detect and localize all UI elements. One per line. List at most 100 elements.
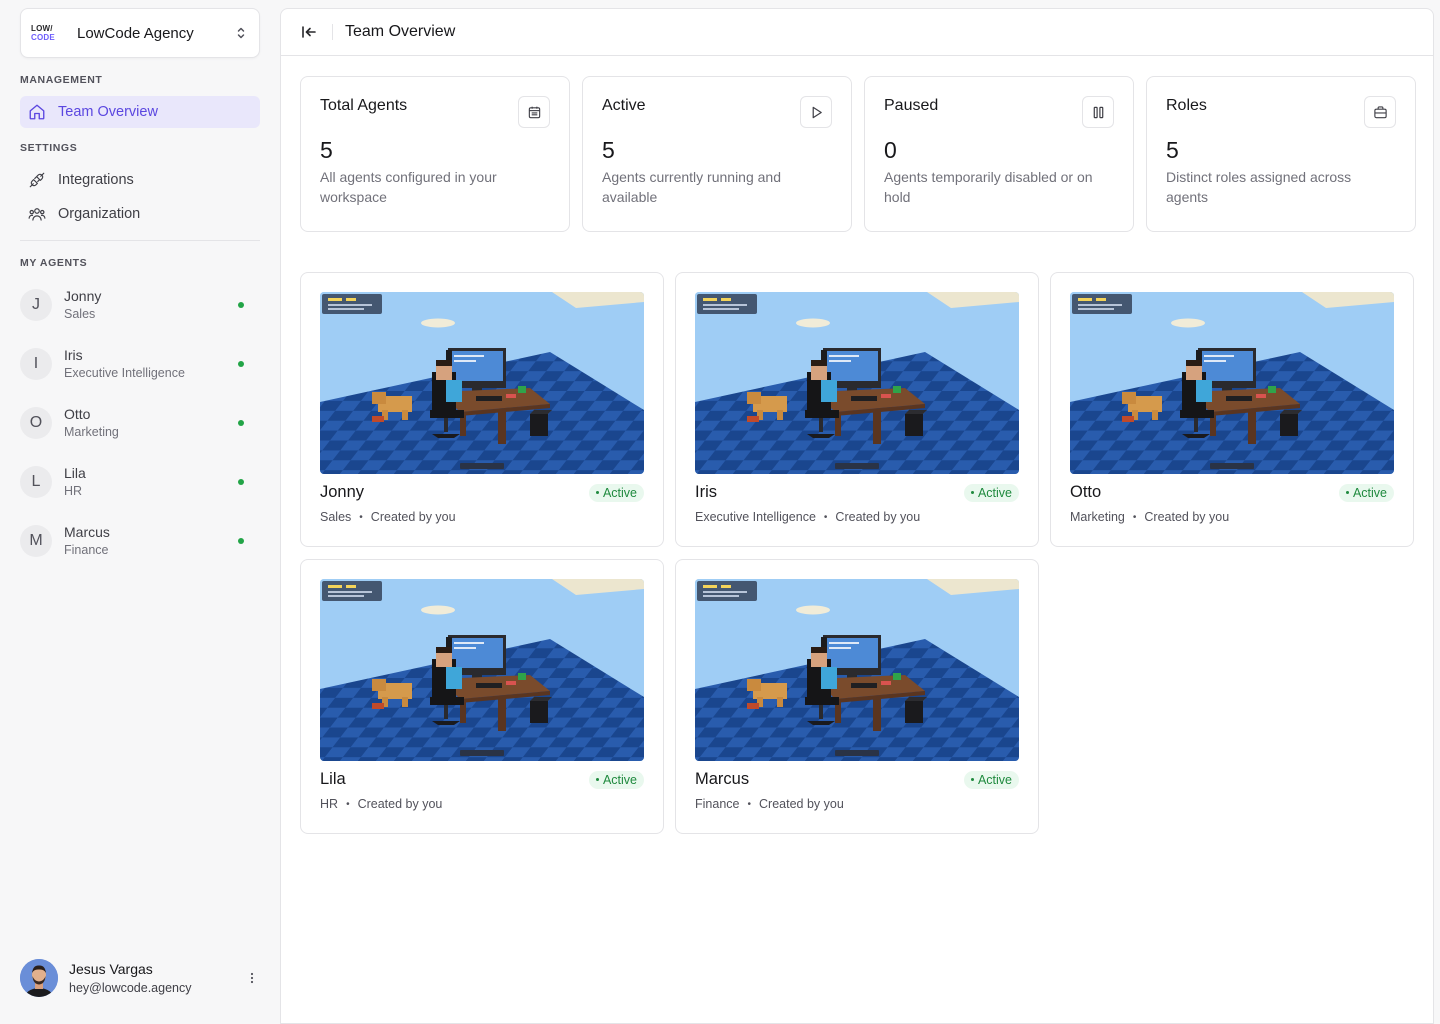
stat-card-active: Active 5 Agents currently running and av… [582,76,852,232]
user-avatar [20,959,58,997]
stat-card-paused: Paused 0 Agents temporarily disabled or … [864,76,1134,232]
stat-title: Roles [1166,97,1207,114]
status-badge: Active [963,770,1019,789]
status-dot [238,301,244,308]
agent-preview-image [320,292,644,474]
card-role: Marketing [1070,510,1125,524]
card-role: Executive Intelligence [695,510,816,524]
agent-name: Jonny [64,287,102,304]
nav-team-overview[interactable]: Team Overview [20,96,260,128]
sidebar-agent-lila[interactable]: L Lila HR [20,452,260,511]
sidebar-agent-jonny[interactable]: J Jonny Sales [20,275,260,334]
agent-name: Lila [64,464,86,481]
card-created: Created by you [370,510,456,524]
sidebar-agent-iris[interactable]: I Iris Executive Intelligence [20,334,260,393]
page-title: Team Overview [345,23,456,40]
status-dot [238,537,244,544]
agent-card-marcus[interactable]: Marcus Active Finance • Created by you [675,559,1039,834]
status-badge: Active [588,483,644,502]
card-role: Finance [695,797,740,811]
status-badge: Active [588,770,644,789]
user-email: hey@lowcode.agency [69,980,192,995]
card-agent-name: Iris [695,483,717,501]
topbar-divider [332,24,333,40]
stat-value: 0 [884,137,897,163]
status-dot [238,360,244,367]
card-meta: Sales • Created by you [320,510,456,524]
stat-card-total-agents: Total Agents 5 All agents configured in … [300,76,570,232]
agent-role: Finance [64,542,109,557]
agent-role: Sales [64,306,96,321]
card-created: Created by you [835,510,921,524]
stat-desc: Distinct roles assigned across agents [1166,169,1352,205]
briefcase-icon [1364,96,1396,128]
status-badge: Active [963,483,1019,502]
card-agent-name: Lila [320,770,346,788]
agent-name: Iris [64,346,83,363]
user-menu[interactable]: Jesus Vargas hey@lowcode.agency [20,958,260,998]
card-meta: HR • Created by you [320,797,443,811]
card-role: Sales [320,510,352,524]
avatar: M [20,524,52,557]
calendar-icon [518,96,550,128]
agent-role: HR [64,483,83,498]
avatar: L [20,465,52,498]
more-vertical-icon[interactable] [244,970,260,986]
nav-organization-label: Organization [58,206,141,222]
stat-value: 5 [320,137,333,163]
nav-integrations[interactable]: Integrations [20,164,260,196]
agent-name: Marcus [64,523,110,540]
avatar: O [20,406,52,439]
status-dot [238,478,244,485]
chevrons-up-down-icon [237,27,245,39]
org-logo: LOW/ CODE [31,24,55,42]
home-icon [29,104,45,120]
agent-list: J Jonny Sales I Iris Executive Intellige… [20,275,260,570]
plug-icon [29,172,45,188]
sidebar-agent-otto[interactable]: O Otto Marketing [20,393,260,452]
card-role: HR [320,797,339,811]
management-label: MANAGEMENT [20,74,103,86]
agent-preview-image [695,292,1019,474]
main-panel: Team Overview Total Agents 5 All agents … [280,8,1434,1024]
card-meta: Finance • Created by you [695,797,844,811]
agent-preview-image [1070,292,1394,474]
card-created: Created by you [759,797,844,811]
card-meta: Executive Intelligence • Created by you [695,510,921,524]
pause-icon [1082,96,1114,128]
user-name: Jesus Vargas [69,960,153,977]
card-agent-name: Otto [1070,483,1102,501]
card-agent-name: Jonny [320,483,365,501]
stat-card-roles: Roles 5 Distinct roles assigned across a… [1146,76,1416,232]
agent-name: Otto [64,405,91,422]
stat-title: Active [602,97,646,114]
agent-role: Marketing [64,424,119,439]
play-icon [800,96,832,128]
agent-card-lila[interactable]: Lila Active HR • Created by you [300,559,664,834]
stat-title: Total Agents [320,97,408,114]
settings-label: SETTINGS [20,142,78,154]
stat-value: 5 [1166,137,1179,163]
stat-desc: Agents currently running and available [602,169,781,205]
sidebar-divider [20,240,260,241]
stat-desc: All agents configured in your workspace [320,169,497,205]
card-agent-name: Marcus [695,770,750,788]
avatar: I [20,347,52,380]
collapse-sidebar-icon[interactable] [300,23,318,41]
nav-organization[interactable]: Organization [20,198,260,230]
agent-preview-image [320,579,644,761]
agent-card-iris[interactable]: Iris Active Executive Intelligence • Cre… [675,272,1039,547]
stats-row: Total Agents 5 All agents configured in … [300,76,1416,232]
agent-card-jonny[interactable]: Jonny Active Sales • Created by you [300,272,664,547]
stat-desc: Agents temporarily disabled or on hold [884,169,1093,205]
card-created: Created by you [357,797,443,811]
avatar: J [20,288,52,321]
sidebar-agent-marcus[interactable]: M Marcus Finance [20,511,260,570]
sidebar: LOW/ CODE LowCode Agency MANAGEMENT Team… [0,0,280,1024]
agent-card-otto[interactable]: Otto Active Marketing • Created by you [1050,272,1414,547]
nav-integrations-label: Integrations [58,172,134,188]
stat-title: Paused [884,97,939,114]
users-icon [28,208,46,221]
org-switcher[interactable]: LOW/ CODE LowCode Agency [20,8,260,58]
status-dot [238,419,244,426]
